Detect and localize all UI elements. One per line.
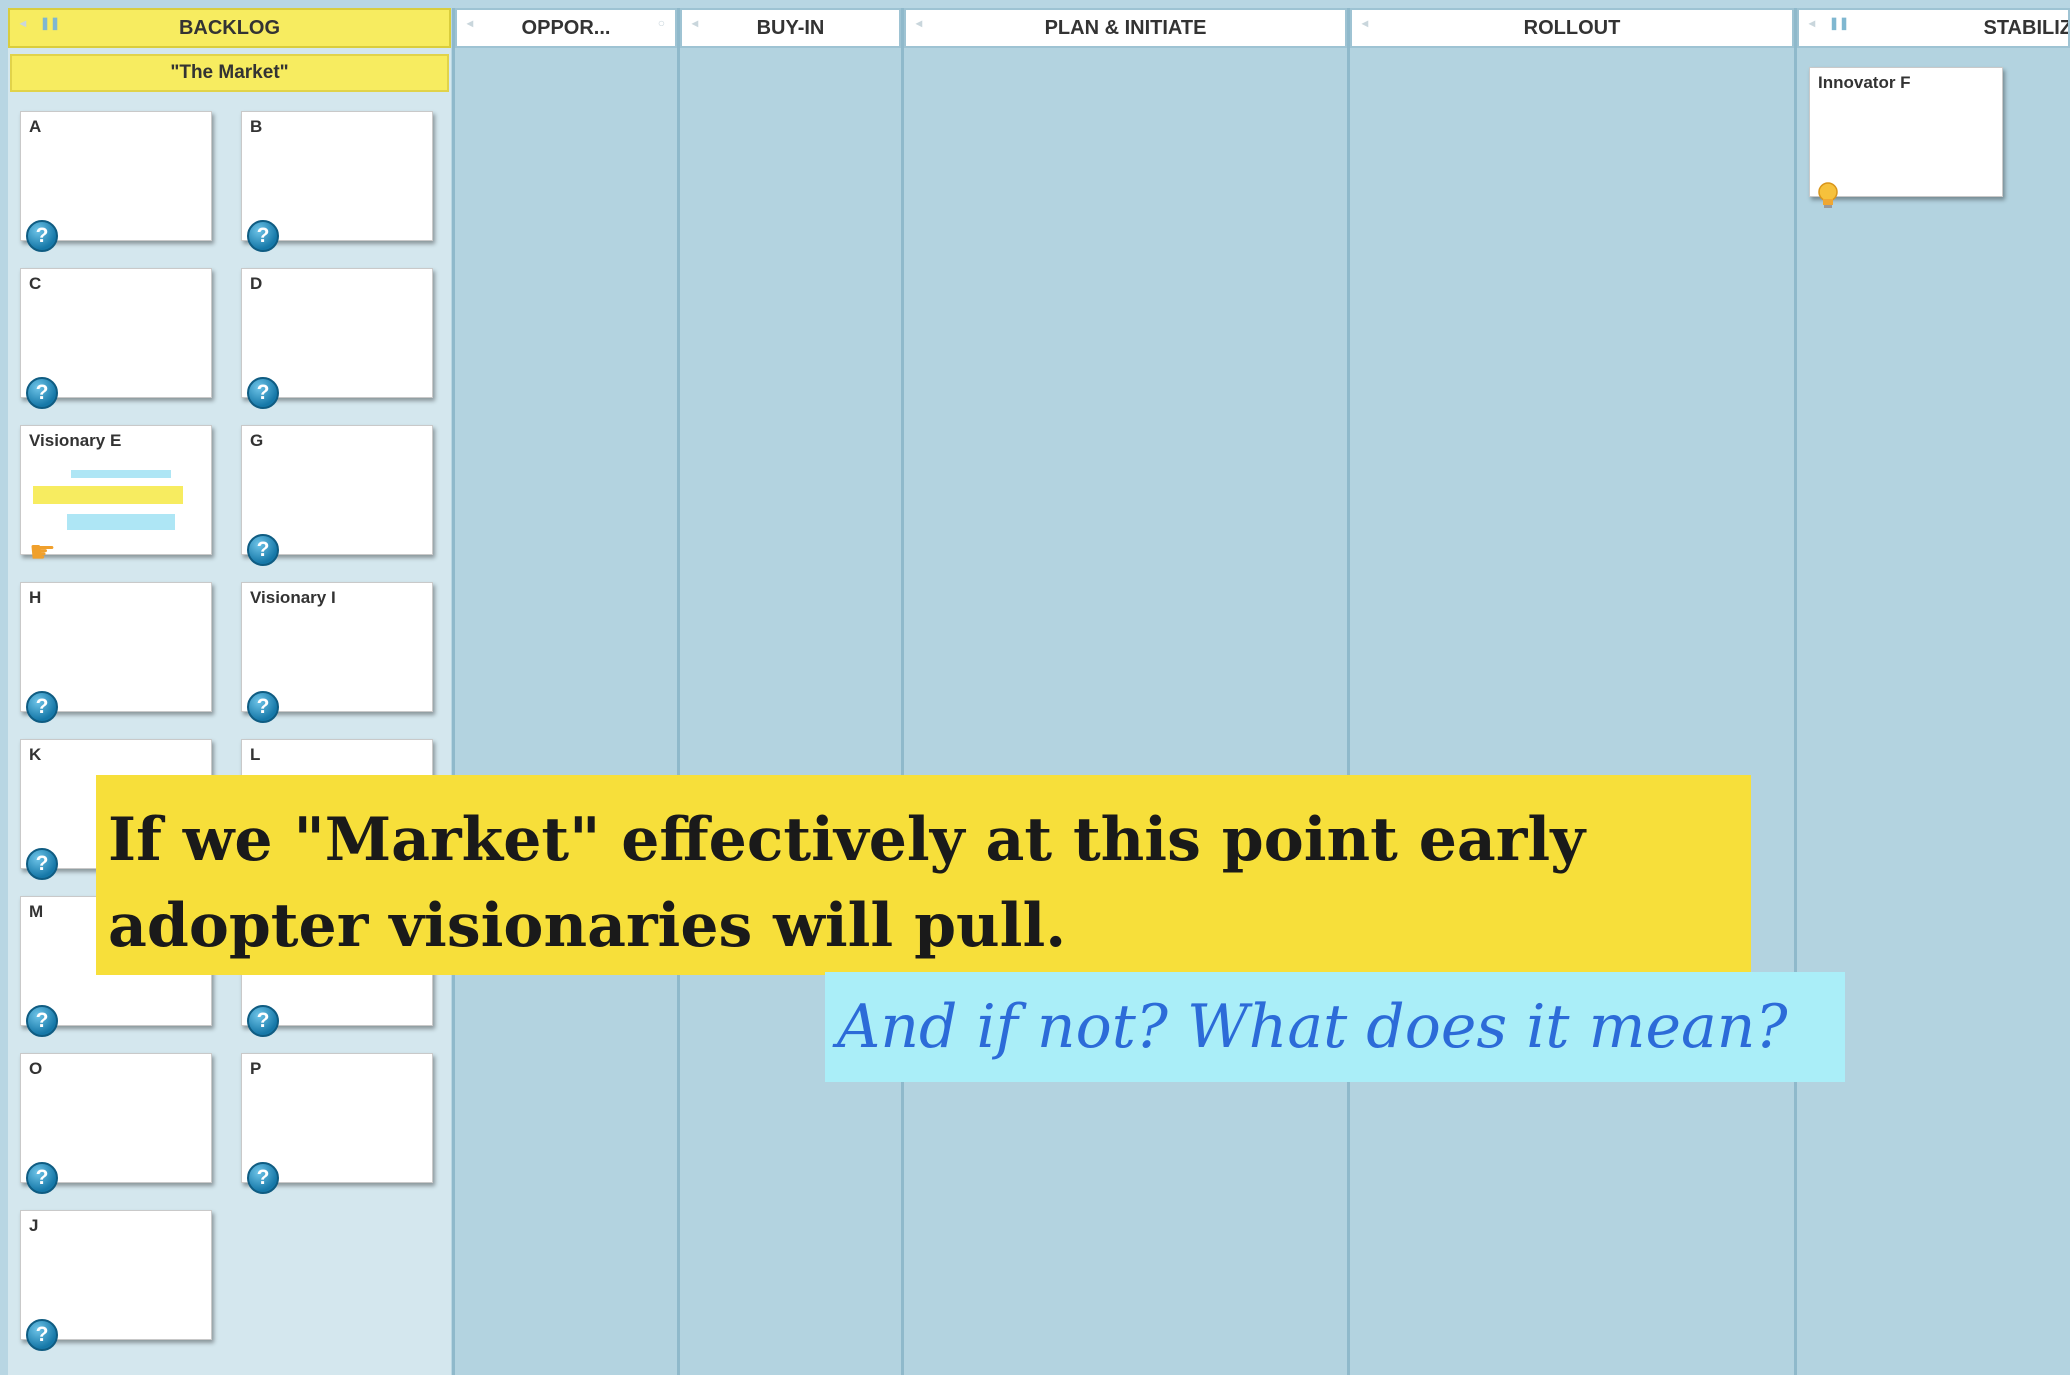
column-stabilize: ◂ ❚❚ STABILIZ Innovator F [1794,8,2070,1375]
hand-icon[interactable]: ☛ [29,535,56,570]
card-title: G [250,431,264,450]
card-title: M [29,902,44,921]
card-a[interactable]: A ? [20,111,212,252]
collapse-icon[interactable]: ◂ [20,16,26,30]
column-header-backlog[interactable]: ◂ ❚❚ BACKLOG [8,8,451,48]
card-title: A [29,117,42,136]
card-o[interactable]: O ? [20,1053,212,1194]
column-buy-in: ◂ BUY-IN [677,8,901,1375]
question-icon[interactable]: ? [247,1162,279,1194]
question-icon[interactable]: ? [26,1005,58,1037]
expand-icon[interactable]: ○ [658,16,665,30]
collapse-icon[interactable]: ◂ [916,16,922,30]
card-title: Innovator F [1818,73,1911,92]
card-title: H [29,588,42,607]
sticky-note-thumbnail [33,486,183,504]
statement-banner: If we "Market" effectively at this point… [96,775,1751,975]
question-icon[interactable]: ? [26,1319,58,1351]
card-title: Visionary E [29,431,122,450]
column-header-opportunity[interactable]: ◂ OPPOR... ○ [455,8,677,48]
question-callout: And if not? What does it mean? [825,972,1845,1082]
column-rollout: ◂ ROLLOUT [1347,8,1794,1375]
card-title: J [29,1216,39,1235]
column-title: ROLLOUT [1523,16,1621,39]
pause-icon[interactable]: ❚❚ [1829,16,1849,30]
question-icon[interactable]: ? [26,691,58,723]
card-b[interactable]: B ? [241,111,433,252]
card-visionary-i[interactable]: Visionary I ? [241,582,433,723]
question-icon[interactable]: ? [247,377,279,409]
column-title: BUY-IN [756,16,825,39]
card-title: P [250,1059,262,1078]
question-icon[interactable]: ? [247,220,279,252]
card-visionary-e[interactable]: Visionary E ☛ [20,425,212,569]
card-g[interactable]: G ? [241,425,433,566]
collapse-icon[interactable]: ◂ [467,16,473,30]
kanban-board: ◂ ❚❚ BACKLOG "The Market" A ? B ? C ? D … [0,0,2070,1375]
column-backlog: ◂ ❚❚ BACKLOG "The Market" A ? B ? C ? D … [8,8,451,1375]
card-h[interactable]: H ? [20,582,212,723]
column-opportunity: ◂ OPPOR... ○ [452,8,677,1375]
card-title: Visionary I [250,588,336,607]
card-title: K [29,745,42,764]
column-title: STABILIZ [1983,16,2070,39]
column-plan-initiate: ◂ PLAN & INITIATE [901,8,1347,1375]
column-header-buy-in[interactable]: ◂ BUY-IN [680,8,901,48]
sticky-note-thumbnail [67,514,175,530]
card-c[interactable]: C ? [20,268,212,409]
sticky-note-thumbnail [71,470,171,478]
question-icon[interactable]: ? [247,1005,279,1037]
card-title: D [250,274,263,293]
column-title: PLAN & INITIATE [1044,16,1207,39]
column-header-rollout[interactable]: ◂ ROLLOUT [1350,8,1794,48]
pause-icon[interactable]: ❚❚ [40,16,60,30]
question-icon[interactable]: ? [247,534,279,566]
question-icon[interactable]: ? [26,1162,58,1194]
card-d[interactable]: D ? [241,268,433,409]
question-icon[interactable]: ? [247,691,279,723]
collapse-icon[interactable]: ◂ [692,16,698,30]
question-icon[interactable]: ? [26,220,58,252]
lightbulb-icon[interactable] [1816,182,1840,210]
collapse-icon[interactable]: ◂ [1362,16,1368,30]
column-header-plan-initiate[interactable]: ◂ PLAN & INITIATE [904,8,1347,48]
card-p[interactable]: P ? [241,1053,433,1194]
card-title: O [29,1059,43,1078]
card-title: C [29,274,42,293]
column-header-stabilize[interactable]: ◂ ❚❚ STABILIZ [1797,8,2070,48]
question-icon[interactable]: ? [26,377,58,409]
card-innovator-f[interactable]: Innovator F [1809,67,2003,208]
card-title: L [250,745,261,764]
card-j[interactable]: J ? [20,1210,212,1351]
question-icon[interactable]: ? [26,848,58,880]
collapse-icon[interactable]: ◂ [1809,16,1815,30]
column-title: BACKLOG [178,16,281,39]
column-title: OPPOR... [521,16,611,39]
card-title: B [250,117,263,136]
column-subtitle: "The Market" [10,54,449,92]
